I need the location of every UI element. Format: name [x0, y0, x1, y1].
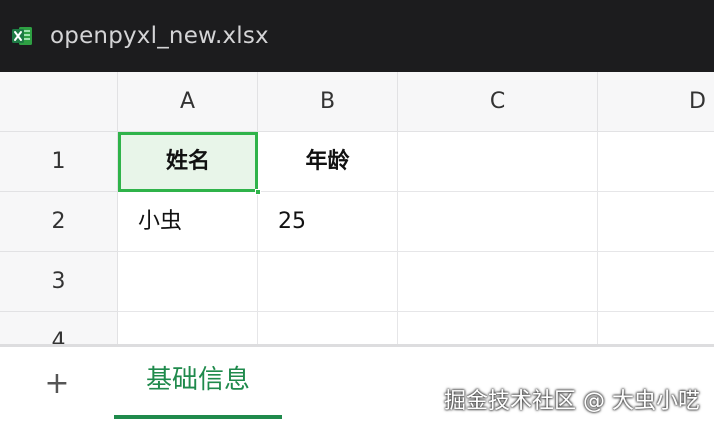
- select-all-corner[interactable]: [0, 72, 118, 132]
- title-bar: openpyxl_new.xlsx: [0, 0, 714, 72]
- column-header-a[interactable]: A: [118, 72, 258, 132]
- cell-d2[interactable]: [598, 192, 714, 252]
- cell-b1[interactable]: 年龄: [258, 132, 398, 192]
- add-sheet-button[interactable]: +: [42, 369, 72, 399]
- row-header-4[interactable]: 4: [0, 312, 118, 344]
- cell-b3[interactable]: [258, 252, 398, 312]
- spreadsheet-grid[interactable]: A B C D 1 2 3 4 姓名 年龄 小虫 25: [0, 72, 714, 344]
- cell-a2[interactable]: 小虫: [118, 192, 258, 252]
- cell-c4[interactable]: [398, 312, 598, 344]
- cell-d3[interactable]: [598, 252, 714, 312]
- row-header-2[interactable]: 2: [0, 192, 118, 252]
- cell-c1[interactable]: [398, 132, 598, 192]
- watermark: 掘金技术社区 @ 大虫小呓: [444, 389, 700, 414]
- cell-a1[interactable]: 姓名: [118, 132, 258, 192]
- cell-c3[interactable]: [398, 252, 598, 312]
- cell-a4[interactable]: [118, 312, 258, 344]
- column-header-d[interactable]: D: [598, 72, 714, 132]
- sheet-tab-basic-info[interactable]: 基础信息: [114, 347, 282, 419]
- cell-b4[interactable]: [258, 312, 398, 344]
- cell-d4[interactable]: [598, 312, 714, 344]
- column-header-b[interactable]: B: [258, 72, 398, 132]
- row-header-3[interactable]: 3: [0, 252, 118, 312]
- cell-d1[interactable]: [598, 132, 714, 192]
- window-title: openpyxl_new.xlsx: [50, 23, 269, 49]
- column-header-c[interactable]: C: [398, 72, 598, 132]
- cell-b2[interactable]: 25: [258, 192, 398, 252]
- selection-fill-handle[interactable]: [255, 189, 261, 195]
- excel-icon: [12, 27, 32, 45]
- sheet-tab-bar: + 基础信息 掘金技术社区 @ 大虫小呓: [0, 344, 714, 424]
- cell-a3[interactable]: [118, 252, 258, 312]
- row-header-1[interactable]: 1: [0, 132, 118, 192]
- sheet-tab-label: 基础信息: [145, 365, 250, 395]
- column-header-row: A B C D: [0, 72, 714, 132]
- cell-c2[interactable]: [398, 192, 598, 252]
